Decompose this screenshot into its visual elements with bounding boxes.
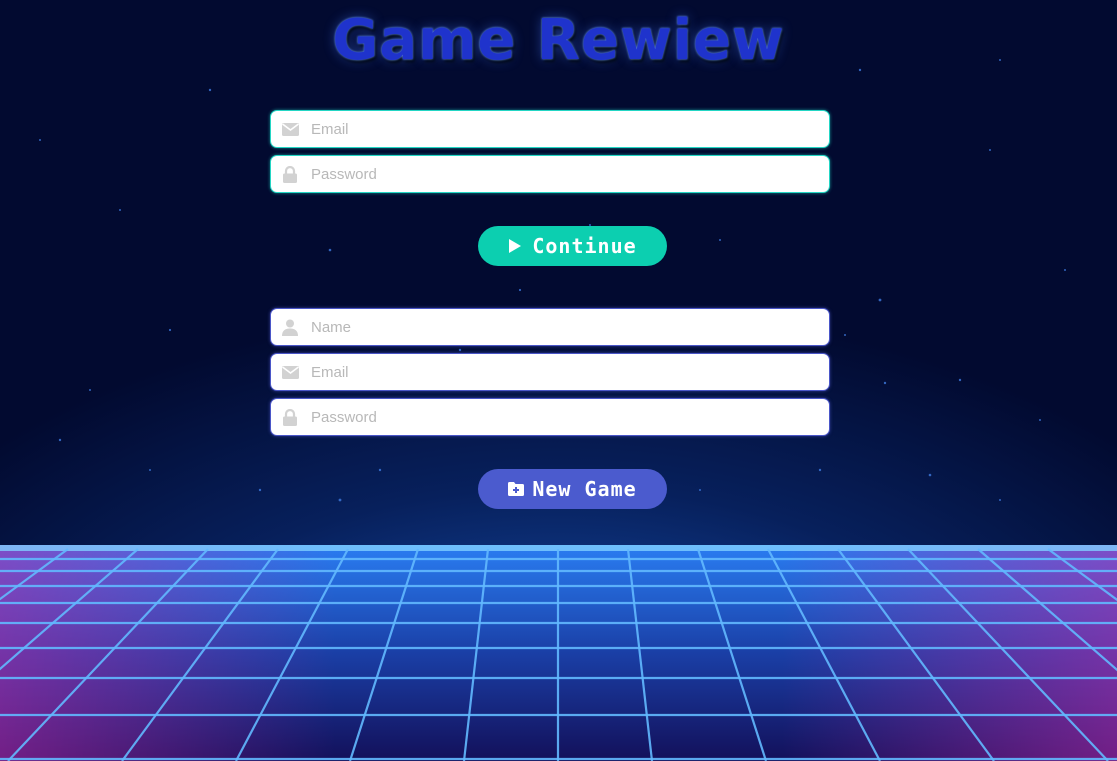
signup-email-input[interactable] bbox=[311, 357, 829, 387]
signup-email-field[interactable] bbox=[270, 353, 830, 391]
new-game-button-label: New Game bbox=[532, 477, 637, 501]
folder-plus-icon bbox=[508, 481, 525, 497]
signup-password-input[interactable] bbox=[311, 402, 829, 432]
envelope-icon bbox=[281, 120, 299, 138]
lock-icon bbox=[281, 408, 299, 426]
new-game-button[interactable]: New Game bbox=[478, 469, 667, 509]
login-email-field[interactable] bbox=[270, 110, 830, 148]
login-email-input[interactable] bbox=[311, 114, 829, 144]
login-password-field[interactable] bbox=[270, 155, 830, 193]
signup-name-field[interactable] bbox=[270, 308, 830, 346]
signup-name-input[interactable] bbox=[311, 312, 829, 342]
continue-button-label: Continue bbox=[532, 234, 637, 258]
login-password-input[interactable] bbox=[311, 159, 829, 189]
lock-icon bbox=[281, 165, 299, 183]
neon-grid-floor bbox=[0, 545, 1117, 761]
user-icon bbox=[281, 318, 299, 336]
continue-button[interactable]: Continue bbox=[478, 226, 667, 266]
play-icon bbox=[508, 238, 524, 254]
signup-password-field[interactable] bbox=[270, 398, 830, 436]
envelope-icon bbox=[281, 363, 299, 381]
page-title: Game Rewiew bbox=[332, 8, 785, 73]
